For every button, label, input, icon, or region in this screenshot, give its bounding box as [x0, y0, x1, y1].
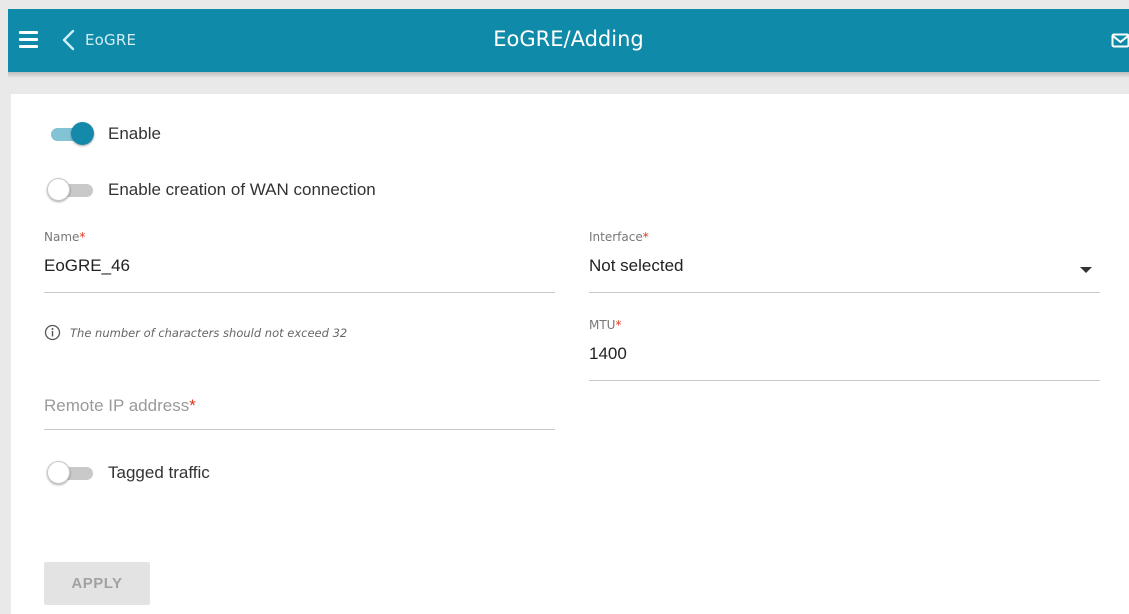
- mail-icon[interactable]: [1111, 32, 1129, 49]
- remote-ip-input[interactable]: Remote IP address*: [44, 396, 555, 420]
- enable-label: Enable: [108, 124, 161, 143]
- interface-select[interactable]: Interface* Not selected: [589, 230, 1100, 293]
- interface-label: Interface*: [589, 230, 1100, 248]
- interface-required-mark: *: [642, 230, 649, 244]
- remote-ip-required-mark: *: [189, 396, 196, 415]
- mtu-label-text: MTU: [589, 318, 616, 332]
- name-hint-text: The number of characters should not exce…: [70, 325, 348, 340]
- caret-down-icon[interactable]: [1080, 267, 1092, 273]
- enable-toggle-row[interactable]: Enable: [47, 122, 161, 146]
- mtu-field[interactable]: MTU* 1400: [589, 318, 1100, 381]
- tagged-toggle-knob: [47, 461, 70, 484]
- interface-value[interactable]: Not selected: [589, 256, 1100, 280]
- name-label: Name*: [44, 230, 555, 248]
- mtu-required-mark: *: [615, 318, 622, 332]
- enable-toggle[interactable]: [47, 122, 94, 146]
- name-hint: The number of characters should not exce…: [44, 324, 347, 341]
- app-frame: EoGRE EoGRE/Adding Enable Enable creatio…: [0, 0, 1129, 614]
- tagged-toggle[interactable]: [47, 461, 94, 485]
- wan-toggle-knob: [47, 178, 70, 201]
- name-input[interactable]: EoGRE_46: [44, 256, 555, 280]
- apply-button[interactable]: APPLY: [44, 562, 150, 605]
- mtu-input[interactable]: 1400: [589, 344, 1100, 368]
- form-panel: Enable Enable creation of WAN connection…: [11, 94, 1129, 614]
- name-label-text: Name: [44, 230, 80, 244]
- wan-label: Enable creation of WAN connection: [108, 180, 376, 199]
- wan-toggle-row[interactable]: Enable creation of WAN connection: [47, 178, 376, 202]
- remote-ip-placeholder: Remote IP address: [44, 396, 190, 415]
- name-field[interactable]: Name* EoGRE_46: [44, 230, 555, 293]
- page-title: EoGRE/Adding: [493, 27, 644, 51]
- interface-label-text: Interface: [589, 230, 643, 244]
- mtu-label: MTU*: [589, 318, 1100, 336]
- top-bar-shadow: [8, 72, 1129, 78]
- tagged-toggle-row[interactable]: Tagged traffic: [47, 461, 210, 485]
- remote-ip-field[interactable]: Remote IP address*: [44, 396, 555, 430]
- wan-toggle[interactable]: [47, 178, 94, 202]
- top-bar: EoGRE EoGRE/Adding: [8, 9, 1129, 72]
- info-icon: [44, 324, 61, 341]
- name-required-mark: *: [79, 230, 86, 244]
- enable-toggle-knob: [71, 122, 94, 145]
- tagged-label: Tagged traffic: [108, 463, 210, 482]
